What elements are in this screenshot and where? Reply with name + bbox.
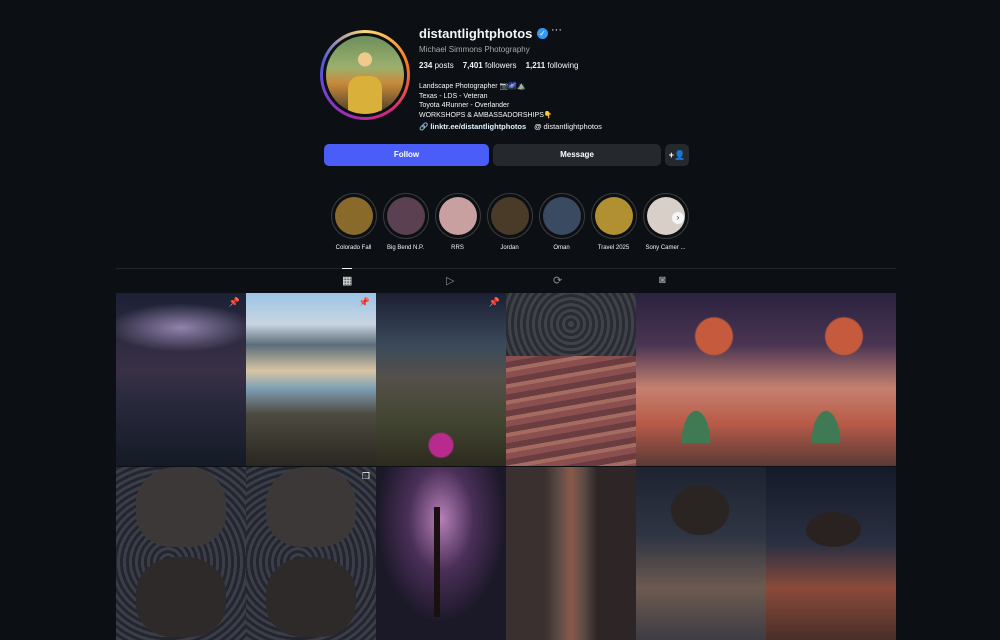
- bio-line: Texas - LDS - Veteran: [419, 92, 488, 100]
- profile-avatar[interactable]: [320, 30, 410, 120]
- followers-count: 7,401: [462, 61, 483, 70]
- highlight-ring: [590, 193, 637, 239]
- link-icon: 🔗: [419, 122, 429, 131]
- following-stat[interactable]: 1,211 following: [526, 61, 579, 70]
- pin-icon: 📌: [358, 297, 370, 307]
- avatar-photo: [326, 36, 404, 114]
- highlight-ring: [538, 193, 585, 239]
- highlight-item[interactable]: Colorado Fall: [330, 193, 377, 251]
- follow-button[interactable]: Follow: [324, 144, 489, 166]
- post-thumbnail[interactable]: 📌: [376, 293, 506, 466]
- highlight-label: Sony Camer ...: [645, 245, 686, 251]
- profile-stats: 234 posts 7,401 followers 1,211 followin…: [419, 61, 579, 70]
- profile-username: distantlightphotos: [419, 26, 533, 41]
- highlight-cover: [594, 197, 633, 235]
- posts-grid-icon[interactable]: ▦: [342, 268, 353, 287]
- post-thumbnail[interactable]: [636, 467, 766, 640]
- posts-grid: 📌 📌 📌 ❐: [116, 293, 896, 640]
- chevron-right-icon[interactable]: ›: [672, 212, 684, 224]
- bio-line: Landscape Photographer 📷🌌⛰️: [419, 83, 526, 90]
- posts-count: 234: [419, 61, 433, 70]
- highlight-item[interactable]: Jordan: [486, 193, 533, 251]
- threads-link[interactable]: @ distantlightphotos: [534, 122, 602, 131]
- highlight-ring: [382, 193, 429, 239]
- threads-icon: @: [534, 122, 542, 131]
- threads-handle: distantlightphotos: [543, 122, 602, 131]
- highlight-label: Colorado Fall: [335, 245, 372, 251]
- highlight-cover: [542, 197, 581, 235]
- external-link[interactable]: 🔗 linktr.ee/distantlightphotos: [419, 122, 526, 131]
- post-thumbnail[interactable]: [376, 467, 506, 640]
- highlight-cover: [386, 197, 425, 235]
- verified-badge-icon: ✓: [537, 28, 548, 39]
- followers-stat[interactable]: 7,401 followers: [463, 61, 517, 70]
- repost-icon[interactable]: ⟳: [553, 274, 562, 287]
- post-thumbnail[interactable]: [506, 293, 636, 466]
- post-thumbnail[interactable]: [506, 467, 636, 640]
- post-thumbnail[interactable]: 📌: [246, 293, 376, 466]
- bio-line: WORKSHOPS & AMBASSADORSHIPS👇: [419, 111, 553, 119]
- post-thumbnail[interactable]: 📌: [116, 293, 246, 466]
- highlight-item[interactable]: Travel 2025: [590, 193, 637, 251]
- post-thumbnail[interactable]: [636, 293, 766, 466]
- following-count: 1,211: [525, 61, 546, 70]
- followers-label: followers: [484, 61, 517, 70]
- profile-links: 🔗 linktr.ee/distantlightphotos @ distantli…: [419, 122, 602, 131]
- link-text: linktr.ee/distantlightphotos: [430, 122, 527, 131]
- pin-icon: 📌: [228, 297, 240, 307]
- posts-label: posts: [434, 61, 454, 70]
- more-options-icon[interactable]: ···: [551, 24, 562, 36]
- carousel-icon: ❐: [361, 471, 370, 481]
- post-thumbnail[interactable]: ❐: [246, 467, 376, 640]
- message-button[interactable]: Message: [493, 144, 661, 166]
- highlight-ring: [330, 193, 377, 239]
- post-thumbnail[interactable]: [766, 293, 896, 466]
- bio-line: Toyota 4Runner - Overlander: [419, 102, 510, 109]
- post-thumbnail[interactable]: [766, 467, 896, 640]
- pin-icon: 📌: [488, 297, 500, 307]
- post-thumbnail[interactable]: [116, 467, 246, 640]
- highlight-label: RRS: [451, 245, 464, 251]
- highlight-label: Jordan: [500, 245, 519, 251]
- profile-tabs: ▦ ▷ ⟳ ◙: [116, 268, 896, 293]
- story-highlights: Colorado Fall Big Bend N.P. RRS Jordan O…: [330, 193, 689, 251]
- highlight-label: Oman: [553, 245, 570, 251]
- highlight-ring: [486, 193, 533, 239]
- highlight-item[interactable]: Big Bend N.P.: [382, 193, 429, 251]
- highlight-label: Big Bend N.P.: [387, 245, 424, 251]
- posts-stat: 234 posts: [419, 61, 454, 70]
- avatar-inner: [323, 33, 407, 117]
- highlight-cover: [490, 197, 529, 235]
- tagged-icon[interactable]: ◙: [659, 274, 666, 286]
- highlight-ring: [434, 193, 481, 239]
- profile-bio: Landscape Photographer 📷🌌⛰️ Texas - LDS …: [419, 82, 553, 120]
- following-label: following: [547, 61, 579, 70]
- highlight-label: Travel 2025: [597, 245, 630, 251]
- profile-full-name: Michael Simmons Photography: [419, 45, 530, 54]
- highlight-item[interactable]: Oman: [538, 193, 585, 251]
- highlight-cover: [438, 197, 477, 235]
- add-user-icon[interactable]: +👤: [665, 144, 689, 166]
- reels-icon[interactable]: ▷: [446, 274, 454, 287]
- highlight-cover: [334, 197, 373, 235]
- highlight-item[interactable]: RRS: [434, 193, 481, 251]
